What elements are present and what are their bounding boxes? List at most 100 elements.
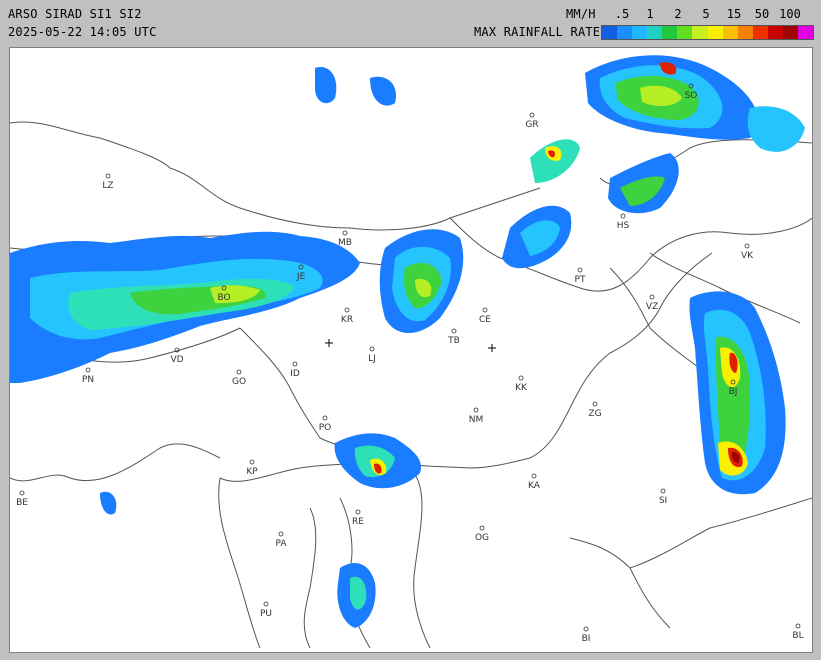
legend-swatch — [617, 26, 633, 39]
city-marker-pu: PU — [260, 601, 272, 619]
city-marker-pa: PA — [275, 531, 287, 549]
city-dot — [531, 473, 537, 479]
reference-markers — [325, 339, 496, 352]
city-label: PT — [575, 275, 586, 285]
city-dot — [292, 361, 298, 367]
border-line — [409, 467, 431, 649]
legend-swatch — [632, 26, 648, 39]
city-label: JE — [296, 272, 306, 282]
city-dot — [795, 623, 801, 629]
city-dot — [577, 267, 583, 273]
city-dot — [583, 626, 589, 632]
city-marker-id: ID — [290, 361, 300, 379]
city-marker-nm: NM — [469, 407, 483, 425]
city-dot — [529, 112, 535, 118]
legend-tick-label: .5 — [614, 7, 630, 21]
city-label: ZG — [588, 409, 601, 419]
city-label: KR — [341, 315, 353, 325]
city-marker-zg: ZG — [588, 401, 602, 419]
legend-color-scale — [601, 25, 814, 40]
legend-swatch — [767, 26, 783, 39]
legend-tick-label: 15 — [726, 7, 742, 21]
legend-tick-label: 50 — [754, 7, 770, 21]
legend-tick-labels: .5 1 2 5 15 50 100 — [600, 7, 812, 21]
city-label: KP — [246, 467, 258, 477]
legend-swatch — [752, 26, 768, 39]
city-label: BL — [792, 631, 803, 641]
city-label: BJ — [729, 387, 738, 397]
city-marker-ka: KA — [528, 473, 541, 491]
crosshair-marker — [488, 344, 496, 352]
city-dot — [263, 601, 269, 607]
city-label: LZ — [102, 181, 113, 191]
city-marker-pt: PT — [575, 267, 586, 285]
city-label: SI — [659, 496, 667, 506]
city-label: BI — [582, 634, 591, 644]
city-label: PN — [82, 375, 94, 385]
legend-swatch — [692, 26, 708, 39]
city-dot — [620, 213, 626, 219]
radar-echo — [747, 106, 805, 152]
legend-swatch — [798, 26, 814, 39]
legend-units: MM/H — [566, 7, 596, 21]
radar-map[interactable]: LZ GR SO VK PT VZ KR CE TB LJ BO JE VD PN GO ID KK NM ZG BJ… — [9, 47, 813, 653]
city-dot — [479, 525, 485, 531]
radar-echoes-layer — [10, 55, 805, 628]
city-marker-kk: KK — [515, 375, 528, 393]
legend-title: MAX RAINFALL RATE — [474, 25, 601, 39]
border-line — [10, 443, 221, 482]
legend-swatch — [722, 26, 738, 39]
legend-swatch — [737, 26, 753, 39]
city-label: PO — [319, 423, 332, 433]
radar-echo — [530, 139, 580, 183]
city-marker-lj: LJ — [368, 346, 376, 364]
city-marker-hs: HS — [617, 213, 630, 231]
city-label: RE — [352, 517, 364, 527]
radar-echo — [370, 76, 396, 106]
city-label: KK — [515, 383, 528, 393]
header-bar: ARSO SIRAD SI1 SI2 2025-05-22 14:05 UTC … — [0, 0, 821, 46]
city-dot — [322, 415, 328, 421]
city-dot — [342, 230, 348, 236]
city-dot — [473, 407, 479, 413]
city-marker-tb: TB — [447, 328, 460, 346]
city-dot — [369, 346, 375, 352]
city-label: MB — [338, 238, 352, 248]
border-line — [10, 121, 541, 231]
legend-tick-label: 100 — [779, 7, 801, 21]
city-marker-vk: VK — [741, 243, 754, 261]
city-marker-bi: BI — [582, 626, 591, 644]
city-dot — [592, 401, 598, 407]
city-label: SO — [685, 91, 698, 101]
city-markers-layer: LZ GR SO VK PT VZ KR CE TB LJ BO JE VD PN GO ID KK NM ZG BJ… — [16, 83, 804, 644]
legend-tick-label: 1 — [646, 7, 654, 21]
city-dot — [105, 173, 111, 179]
city-dot — [85, 367, 91, 373]
city-marker-bl: BL — [792, 623, 804, 641]
city-marker-ce: CE — [479, 307, 491, 325]
city-dot — [482, 307, 488, 313]
legend-swatch — [602, 26, 618, 39]
city-dot — [660, 488, 666, 494]
city-label: GR — [525, 120, 538, 130]
product-title: ARSO SIRAD SI1 SI2 — [8, 7, 142, 21]
city-dot — [518, 375, 524, 381]
legend-swatch — [647, 26, 663, 39]
city-dot — [249, 459, 255, 465]
city-marker-si: SI — [659, 488, 667, 506]
timestamp: 2025-05-22 14:05 UTC — [8, 25, 157, 39]
city-dot — [19, 490, 25, 496]
city-label: BE — [16, 498, 28, 508]
legend-tick-label: 5 — [702, 7, 710, 21]
city-marker-mb: MB — [338, 230, 352, 248]
city-dot — [744, 243, 750, 249]
city-label: KA — [528, 481, 541, 491]
legend-swatch — [782, 26, 799, 39]
legend-swatch — [707, 26, 723, 39]
city-label: TB — [447, 336, 460, 346]
border-line — [303, 507, 317, 649]
city-marker-po: PO — [319, 415, 332, 433]
city-marker-be: BE — [16, 490, 28, 508]
city-label: LJ — [368, 354, 376, 364]
city-dot — [355, 509, 361, 515]
